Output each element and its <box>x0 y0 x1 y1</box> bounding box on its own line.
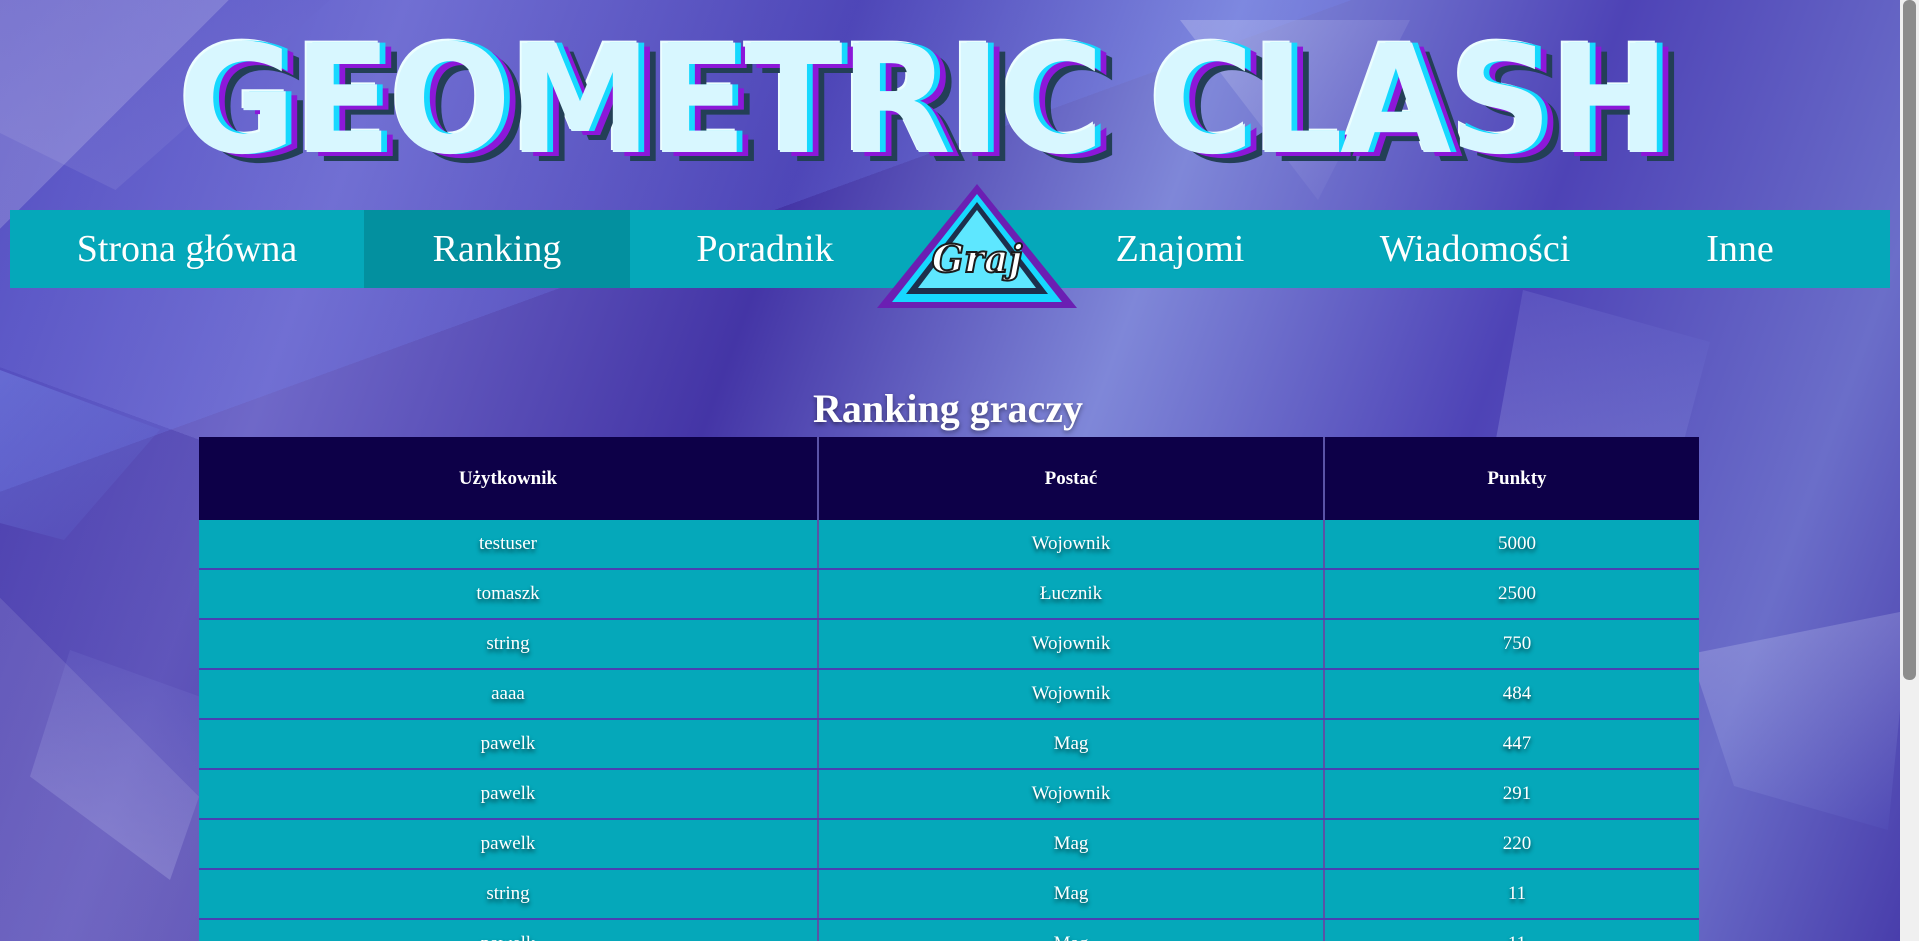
table-row: testuser Wojownik 5000 <box>199 520 1699 570</box>
game-logo: GEOMETRIC CLASH <box>178 18 1670 183</box>
table-header-row: Użytkownik Postać Punkty <box>199 437 1699 520</box>
page-title: Ranking graczy <box>813 385 1083 431</box>
user-cell: pawelk <box>199 919 819 941</box>
character-cell: Mag <box>818 919 1325 941</box>
user-cell: pawelk <box>199 819 819 870</box>
table-row: string Mag 11 <box>199 869 1699 920</box>
character-cell: Wojownik <box>818 769 1325 820</box>
play-button[interactable]: Graj <box>872 182 1082 312</box>
scrollbar-thumb[interactable] <box>1903 0 1916 680</box>
table-row: pawelk Wojownik 291 <box>199 769 1699 820</box>
user-cell: pawelk <box>199 719 819 770</box>
play-triangle-icon: Graj <box>877 184 1077 308</box>
character-cell: Mag <box>818 819 1325 870</box>
character-cell: Wojownik <box>818 669 1325 720</box>
table-row: pawelk Mag 447 <box>199 719 1699 770</box>
points-cell: 11 <box>1324 869 1699 920</box>
table-row: pawelk Mag 11 <box>199 919 1699 941</box>
table-row: pawelk Mag 220 <box>199 819 1699 870</box>
nav-guide[interactable]: Poradnik <box>630 210 900 288</box>
points-cell: 484 <box>1324 669 1699 720</box>
play-button-label: Graj <box>932 236 1023 281</box>
points-cell: 750 <box>1324 619 1699 670</box>
points-cell: 2500 <box>1324 569 1699 620</box>
table-row: string Wojownik 750 <box>199 619 1699 670</box>
points-cell: 447 <box>1324 719 1699 770</box>
user-cell: string <box>199 619 819 670</box>
table-row: tomaszk Łucznik 2500 <box>199 569 1699 620</box>
table-row: aaaa Wojownik 484 <box>199 669 1699 720</box>
ranking-table: Użytkownik Postać Punkty testuser Wojown… <box>199 437 1699 941</box>
character-cell: Wojownik <box>818 520 1325 570</box>
character-cell: Łucznik <box>818 569 1325 620</box>
points-cell: 220 <box>1324 819 1699 870</box>
points-cell: 291 <box>1324 769 1699 820</box>
nav-ranking[interactable]: Ranking <box>364 210 630 288</box>
character-cell: Mag <box>818 869 1325 920</box>
column-header-points: Punkty <box>1324 437 1699 520</box>
background-facet <box>1690 610 1910 830</box>
page-scrollbar[interactable] <box>1900 0 1919 941</box>
ranking-table-container: Użytkownik Postać Punkty testuser Wojown… <box>199 437 1699 941</box>
user-cell: string <box>199 869 819 920</box>
nav-messages[interactable]: Wiadomości <box>1340 210 1610 288</box>
character-cell: Wojownik <box>818 619 1325 670</box>
points-cell: 11 <box>1324 919 1699 941</box>
points-cell: 5000 <box>1324 520 1699 570</box>
nav-home[interactable]: Strona główna <box>10 210 364 288</box>
user-cell: tomaszk <box>199 569 819 620</box>
column-header-user: Użytkownik <box>199 437 819 520</box>
user-cell: testuser <box>199 520 819 570</box>
nav-other[interactable]: Inne <box>1630 210 1850 288</box>
user-cell: aaaa <box>199 669 819 720</box>
nav-friends[interactable]: Znajomi <box>1070 210 1290 288</box>
character-cell: Mag <box>818 719 1325 770</box>
column-header-character: Postać <box>818 437 1325 520</box>
user-cell: pawelk <box>199 769 819 820</box>
